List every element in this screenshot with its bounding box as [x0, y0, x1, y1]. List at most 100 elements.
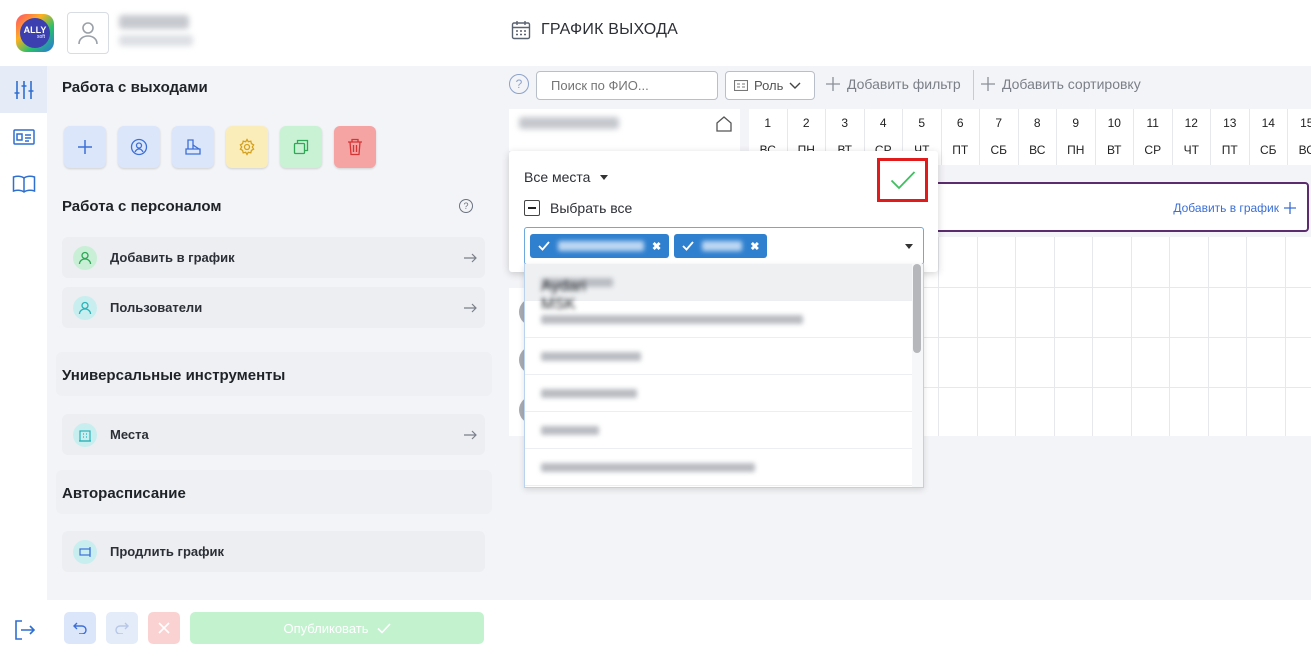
cancel-button[interactable]: [148, 612, 180, 644]
calendar-day-header: 14 СБ: [1250, 109, 1288, 165]
day-number: 7: [995, 116, 1003, 130]
day-number: 1: [764, 116, 772, 130]
assign-users-button[interactable]: [118, 126, 160, 168]
top-header: ALLY soft ГРАФИК ВЫХОДА: [0, 0, 1311, 66]
redo-button[interactable]: [106, 612, 138, 644]
section-title-exits: Работа с выходами: [62, 79, 208, 96]
toolbar-help-icon[interactable]: ?: [509, 74, 529, 94]
day-number: 10: [1107, 116, 1121, 130]
day-number: 13: [1223, 116, 1237, 130]
day-weekday: ВТ: [1106, 143, 1122, 157]
day-weekday: СР: [1144, 143, 1162, 157]
grid-row-line: [920, 337, 1311, 338]
day-weekday: СБ: [990, 143, 1008, 157]
day-number: 2: [802, 116, 810, 130]
add-filter-button[interactable]: Добавить фильтр: [825, 76, 961, 92]
logout-button[interactable]: [14, 620, 36, 645]
add-to-schedule-link[interactable]: Добавить в график: [1173, 201, 1297, 215]
grid-row-line: [920, 287, 1311, 288]
day-number: 6: [956, 116, 964, 130]
clear-exits-button[interactable]: [172, 126, 214, 168]
add-exit-button[interactable]: [64, 126, 106, 168]
calendar-day-header: 6 ПТ: [942, 109, 980, 165]
sidebar-item-add-to-schedule[interactable]: Добавить в график: [62, 237, 485, 278]
delete-button[interactable]: [334, 126, 376, 168]
settings-button[interactable]: [226, 126, 268, 168]
calendar-day-header: 13 ПТ: [1211, 109, 1250, 165]
apply-filter-button[interactable]: [877, 158, 928, 202]
select-all-checkbox[interactable]: Выбрать все: [524, 200, 632, 216]
calendar-icon: [511, 21, 531, 40]
book-icon: [12, 175, 35, 193]
day-weekday: ПТ: [1221, 143, 1238, 157]
list-item[interactable]: [525, 449, 914, 486]
day-weekday: СБ: [1259, 143, 1277, 157]
selected-places-field[interactable]: ✖ ✖: [524, 227, 924, 265]
add-sort-button[interactable]: Добавить сортировку: [980, 76, 1141, 92]
arrow-right-icon: [455, 253, 485, 263]
option-label-redacted: [541, 388, 637, 398]
home-icon[interactable]: [715, 115, 733, 138]
list-item[interactable]: [525, 375, 914, 412]
undo-button[interactable]: [64, 612, 96, 644]
selected-tag: ✖: [530, 234, 670, 258]
staff-help-icon[interactable]: ?: [459, 199, 473, 213]
calendar-day-header: 10 ВТ: [1096, 109, 1134, 165]
check-icon: [682, 241, 694, 251]
arrow-right-icon: [455, 430, 485, 440]
sidebar-item-label: Места: [110, 427, 149, 442]
sidebar-item-places[interactable]: Места: [62, 414, 485, 455]
user-avatar[interactable]: [67, 12, 109, 54]
places-filter-popup: Все места Выбрать все ✖ ✖: [509, 151, 938, 272]
list-item[interactable]: [525, 338, 914, 375]
add-to-schedule-label: Добавить в график: [1173, 201, 1279, 215]
toolbar-divider: [973, 70, 974, 100]
option-label-redacted: [541, 351, 641, 361]
search-input[interactable]: [536, 71, 718, 100]
places-filter-title: Все места: [524, 169, 591, 185]
day-weekday: ВС: [1029, 143, 1046, 157]
sliders-icon: [14, 80, 33, 99]
user-icon: [73, 295, 97, 320]
remove-tag-icon[interactable]: ✖: [750, 240, 759, 253]
day-number: 8: [1033, 116, 1041, 130]
day-weekday: ЧТ: [1183, 143, 1199, 157]
rail-schedule-settings[interactable]: [0, 66, 47, 113]
user-icon: [78, 22, 98, 45]
logo-sub: soft: [36, 34, 46, 40]
option-label-redacted: [541, 425, 599, 435]
app-logo[interactable]: ALLY soft: [16, 14, 54, 52]
day-number: 4: [879, 116, 887, 130]
copy-button[interactable]: [280, 126, 322, 168]
day-weekday: ВС: [1298, 143, 1311, 157]
publish-button[interactable]: Опубликовать: [190, 612, 484, 644]
option-label: Aydari MSK: [541, 277, 613, 313]
list-item[interactable]: Aydari MSK: [525, 264, 914, 313]
caret-down-icon[interactable]: [905, 244, 913, 249]
trash-icon: [348, 138, 362, 156]
list-item[interactable]: [525, 412, 914, 449]
user-add-icon: [73, 245, 97, 270]
list-item[interactable]: [525, 301, 914, 338]
user-name-redacted: [119, 15, 189, 29]
sidebar-item-extend-schedule[interactable]: Продлить график: [62, 531, 485, 572]
rail-contacts[interactable]: [0, 113, 47, 160]
sidebar-item-label: Пользователи: [110, 300, 203, 315]
scrollbar-thumb[interactable]: [913, 264, 921, 353]
schedule-grid: [920, 237, 1311, 436]
location-filter[interactable]: [509, 109, 740, 151]
rail-guide[interactable]: [0, 160, 47, 207]
sidebar-item-users[interactable]: Пользователи: [62, 287, 485, 328]
places-options-list: Aydari MSK: [524, 264, 924, 488]
add-sort-label: Добавить сортировку: [1002, 76, 1141, 92]
day-number: 3: [841, 116, 849, 130]
places-filter-toggle[interactable]: Все места: [524, 169, 609, 185]
role-select[interactable]: Роль: [725, 71, 815, 100]
copy-icon: [293, 139, 309, 155]
remove-tag-icon[interactable]: ✖: [652, 240, 661, 253]
undo-icon: [73, 622, 87, 634]
close-icon: [158, 622, 170, 634]
options-scrollbar[interactable]: [912, 264, 923, 487]
bottom-bar: Опубликовать: [47, 600, 500, 656]
caret-down-icon: [600, 174, 609, 180]
